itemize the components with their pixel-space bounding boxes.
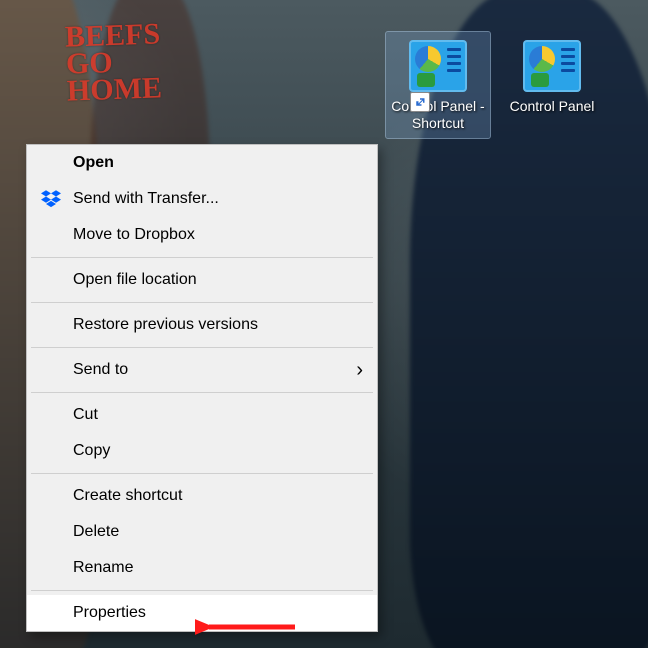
menu-item-delete[interactable]: Delete [27,514,377,550]
menu-item-restore-previous-versions[interactable]: Restore previous versions [27,307,377,343]
menu-item-label: Cut [73,406,98,424]
control-panel-icon [523,40,581,92]
menu-item-open-file-location[interactable]: Open file location [27,262,377,298]
menu-separator [31,473,373,474]
menu-item-properties[interactable]: Properties [27,595,377,631]
menu-item-label: Open file location [73,271,197,289]
menu-item-label: Rename [73,559,133,577]
desktop-icon-label: Control Panel - Shortcut [388,98,488,132]
menu-item-label: Move to Dropbox [73,226,195,244]
menu-item-label: Copy [73,442,110,460]
shortcut-overlay-icon [410,92,430,112]
menu-item-label: Send to [73,361,128,379]
menu-item-label: Restore previous versions [73,316,258,334]
dropbox-icon [41,189,61,209]
menu-separator [31,347,373,348]
menu-item-open[interactable]: Open [27,145,377,181]
control-panel-icon [409,40,467,92]
menu-item-send-to[interactable]: Send to › [27,352,377,388]
menu-item-send-with-transfer[interactable]: Send with Transfer... [27,181,377,217]
context-menu: Open Send with Transfer... Move to Dropb… [26,144,378,632]
menu-item-cut[interactable]: Cut [27,397,377,433]
menu-item-label: Delete [73,523,119,541]
menu-item-label: Properties [73,604,146,622]
menu-item-label: Open [73,154,114,172]
menu-item-move-to-dropbox[interactable]: Move to Dropbox [27,217,377,253]
menu-item-create-shortcut[interactable]: Create shortcut [27,478,377,514]
menu-item-label: Create shortcut [73,487,182,505]
chevron-right-icon: › [356,360,363,380]
desktop-icon-label: Control Panel [502,98,602,115]
menu-separator [31,392,373,393]
menu-separator [31,302,373,303]
desktop-icon-control-panel-shortcut[interactable]: Control Panel - Shortcut [386,32,490,138]
menu-item-copy[interactable]: Copy [27,433,377,469]
menu-separator [31,590,373,591]
menu-item-rename[interactable]: Rename [27,550,377,586]
desktop-icon-control-panel[interactable]: Control Panel [500,32,604,121]
desktop[interactable]: BEEFS GO HOME Control Panel - Shortcut C… [0,0,648,648]
menu-separator [31,257,373,258]
menu-item-label: Send with Transfer... [73,190,219,208]
